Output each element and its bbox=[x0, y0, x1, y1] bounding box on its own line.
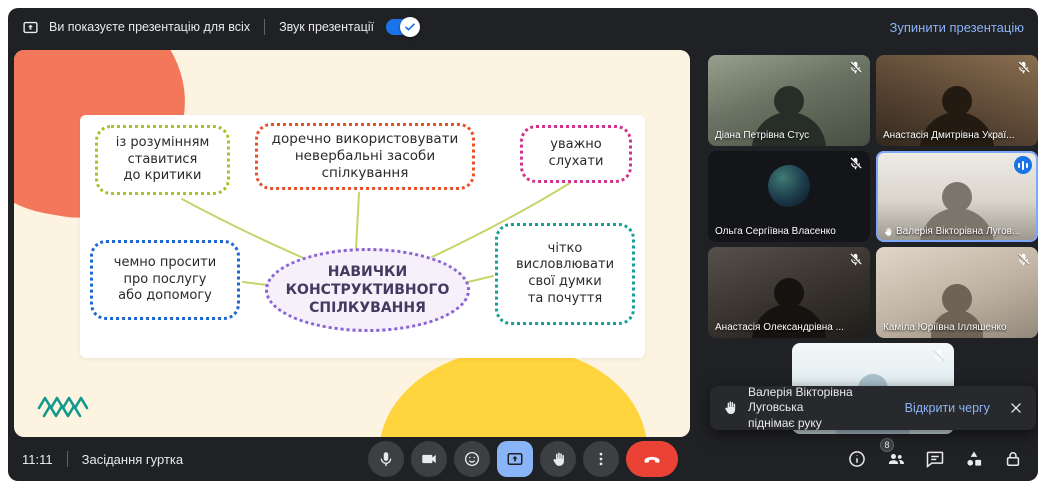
clock: 11:11 bbox=[22, 452, 53, 467]
open-queue-button[interactable]: Відкрити чергу bbox=[905, 401, 990, 415]
participant-name: Анастасія Дмитрівна Украї... bbox=[883, 130, 1014, 141]
participant-tile[interactable]: Ольга Сергіївна Власенко bbox=[708, 151, 870, 242]
decor-squiggle-icon bbox=[36, 390, 114, 420]
people-button[interactable]: 8 bbox=[885, 448, 907, 470]
participant-name: Діана Петрівна Стус bbox=[715, 130, 809, 141]
control-bar: 11:11 Засідання гуртка bbox=[8, 437, 1038, 481]
presentation-banner: Ви показуєте презентацію для всіх Звук п… bbox=[8, 8, 1038, 46]
speaking-indicator-icon bbox=[1014, 156, 1032, 174]
meet-window: Ви показуєте презентацію для всіх Звук п… bbox=[8, 8, 1038, 481]
participant-name: Ольга Сергіївна Власенко bbox=[715, 226, 836, 237]
present-screen-icon bbox=[22, 19, 39, 36]
mic-muted-icon bbox=[848, 156, 864, 172]
mindmap-bubble-criticism: із розумінням ставитися до критики bbox=[95, 125, 230, 195]
divider bbox=[264, 19, 265, 35]
decor-yellow-blob bbox=[379, 348, 647, 437]
raised-hand-icon bbox=[722, 400, 738, 416]
participant-count-badge: 8 bbox=[880, 438, 894, 452]
mic-muted-icon bbox=[848, 252, 864, 268]
participant-tile[interactable]: Діана Петрівна Стус bbox=[708, 55, 870, 146]
activities-button[interactable] bbox=[963, 448, 985, 470]
raise-hand-button[interactable] bbox=[540, 441, 576, 477]
mindmap-bubble-ask-politely: чемно просити про послугу або допомогу bbox=[90, 240, 240, 320]
mindmap-center-title: НАВИЧКИ КОНСТРУКТИВНОГО СПІЛКУВАННЯ bbox=[265, 248, 470, 332]
camera-button[interactable] bbox=[411, 441, 447, 477]
reactions-button[interactable] bbox=[454, 441, 490, 477]
toggle-check-icon bbox=[400, 17, 420, 37]
mindmap-bubble-listen: уважно слухати bbox=[520, 125, 632, 183]
meeting-name: Засідання гуртка bbox=[82, 452, 184, 467]
present-button-active[interactable] bbox=[497, 441, 533, 477]
mindmap-bubble-express: чітко висловлювати свої думки та почуття bbox=[495, 223, 635, 325]
presentation-sound-toggle[interactable] bbox=[386, 19, 418, 35]
raised-hand-icon bbox=[883, 227, 893, 237]
meeting-details-button[interactable] bbox=[846, 448, 868, 470]
presentation-slide: із розумінням ставитися до критики дореч… bbox=[14, 50, 690, 437]
mindmap-card: із розумінням ставитися до критики дореч… bbox=[80, 115, 645, 358]
participant-tile[interactable]: Каміла Юріївна Ілляшенко bbox=[876, 247, 1038, 338]
stop-presentation-button[interactable]: Зупинити презентацію bbox=[890, 20, 1024, 35]
host-controls-button[interactable] bbox=[1002, 448, 1024, 470]
mic-muted-icon bbox=[848, 60, 864, 76]
presentation-sound-label: Звук презентації bbox=[279, 20, 374, 34]
presenting-label: Ви показуєте презентацію для всіх bbox=[49, 20, 250, 34]
participant-name: Валерія Вікторівна Лугов... bbox=[883, 226, 1020, 237]
chat-button[interactable] bbox=[924, 448, 946, 470]
hand-raise-toast: Валерія Вікторівна Луговська піднімає ру… bbox=[710, 386, 1036, 430]
toast-message: Валерія Вікторівна Луговська піднімає ру… bbox=[748, 385, 895, 432]
more-options-button[interactable] bbox=[583, 441, 619, 477]
participant-tile[interactable]: Анастасія Олександрівна ... bbox=[708, 247, 870, 338]
end-call-button[interactable] bbox=[626, 441, 678, 477]
mic-muted-icon bbox=[932, 348, 948, 364]
mic-muted-icon bbox=[1016, 252, 1032, 268]
mindmap-bubble-nonverbal: доречно використовувати невербальні засо… bbox=[255, 123, 475, 190]
participants-grid: Діана Петрівна Стус Анастасія Дмитрівна … bbox=[708, 55, 1038, 437]
mic-muted-icon bbox=[1016, 60, 1032, 76]
participant-name: Каміла Юріївна Ілляшенко bbox=[883, 322, 1007, 333]
participant-tile-active-speaker[interactable]: Валерія Вікторівна Лугов... bbox=[876, 151, 1038, 242]
participant-tile[interactable]: Анастасія Дмитрівна Украї... bbox=[876, 55, 1038, 146]
mic-button[interactable] bbox=[368, 441, 404, 477]
participant-name: Анастасія Олександрівна ... bbox=[715, 322, 844, 333]
close-icon[interactable] bbox=[1008, 399, 1024, 417]
divider bbox=[67, 451, 68, 467]
participant-avatar bbox=[768, 165, 810, 207]
